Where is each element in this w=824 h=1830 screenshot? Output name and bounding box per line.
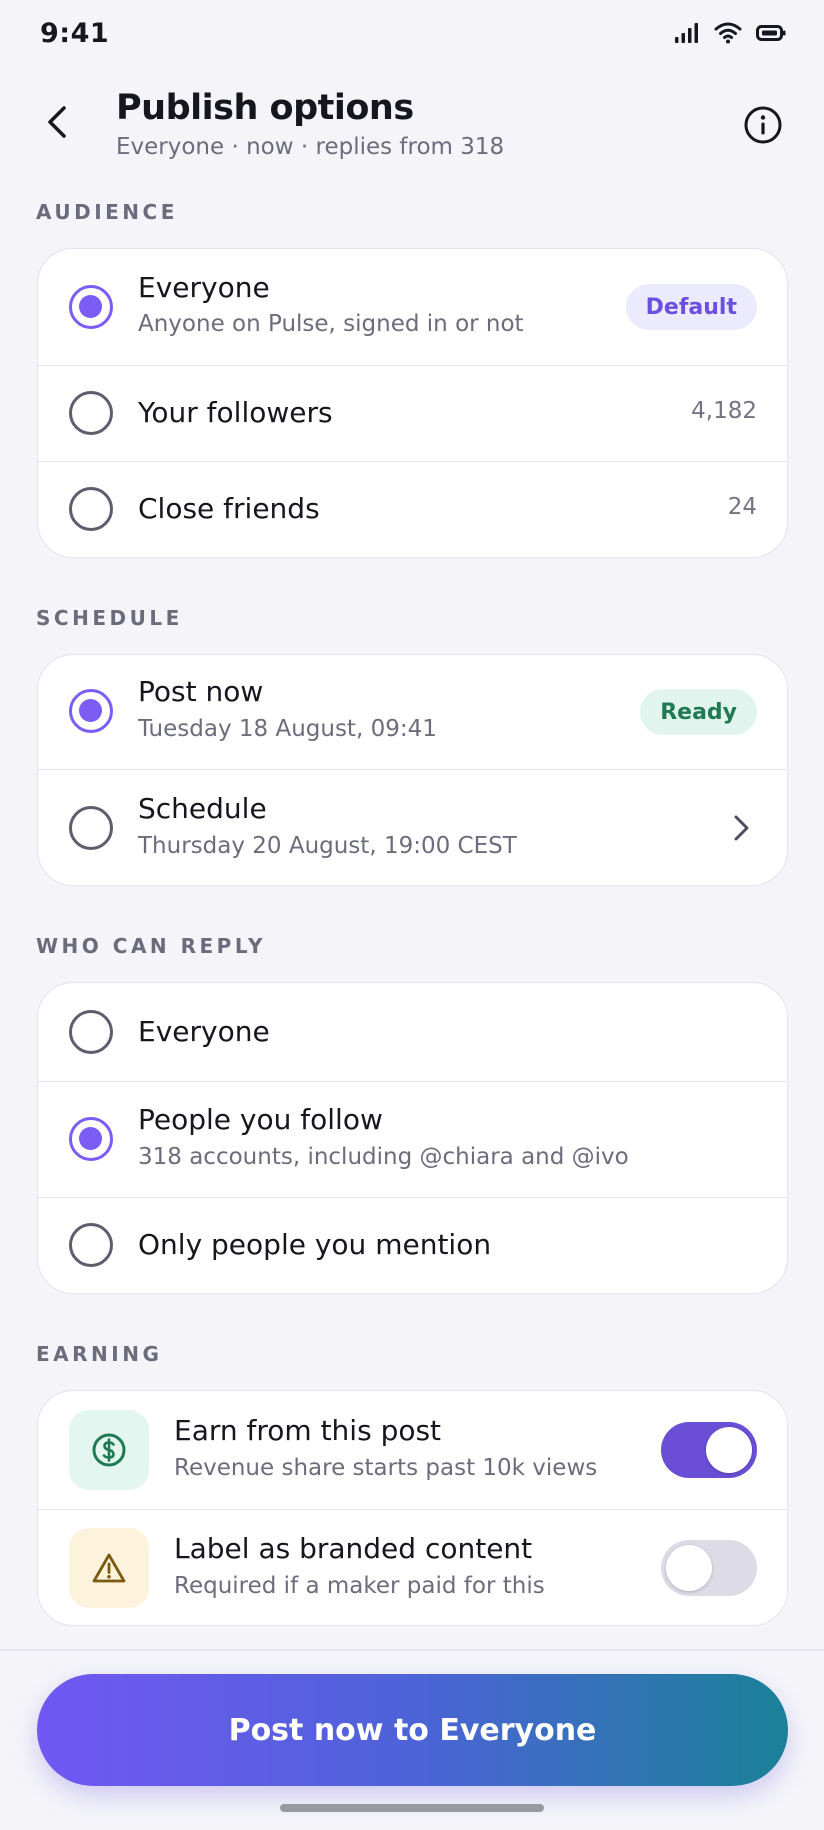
reply-option-everyone[interactable]: Everyone	[38, 983, 787, 1081]
battery-icon	[756, 25, 786, 41]
signal-icon	[675, 23, 698, 43]
option-subtitle: 318 accounts, including @chiara and @ivo	[138, 1144, 629, 1170]
earning-row-earn: Earn from this post Revenue share starts…	[38, 1391, 787, 1509]
page-subtitle: Everyone · now · replies from 318	[116, 134, 505, 160]
earning-title: Label as branded content	[174, 1532, 533, 1565]
earn-toggle[interactable]	[661, 1422, 757, 1478]
audience-section-label: AUDIENCE	[36, 200, 178, 224]
option-title: Only people you mention	[138, 1228, 492, 1261]
dollar-icon	[92, 1433, 126, 1467]
toggle-knob	[706, 1427, 752, 1473]
schedule-card: Post now Tuesday 18 August, 09:41 Ready …	[37, 654, 788, 886]
earning-section-label: EARNING	[36, 1342, 163, 1366]
toggle-knob	[666, 1545, 712, 1591]
schedule-option-schedule[interactable]: Schedule Thursday 20 August, 19:00 CEST	[38, 769, 787, 885]
reply-option-people-you-follow[interactable]: People you follow 318 accounts, includin…	[38, 1081, 787, 1197]
schedule-option-post-now[interactable]: Post now Tuesday 18 August, 09:41 Ready	[38, 655, 787, 769]
schedule-section-label: SCHEDULE	[36, 606, 183, 630]
radio-button[interactable]	[69, 1117, 113, 1161]
reply-option-mentioned[interactable]: Only people you mention	[38, 1197, 787, 1293]
ready-badge: Ready	[640, 689, 757, 735]
earning-subtitle: Revenue share starts past 10k views	[174, 1455, 598, 1481]
header: Publish options Everyone · now · replies…	[0, 84, 824, 174]
radio-button[interactable]	[69, 487, 113, 531]
option-title: Close friends	[138, 492, 320, 525]
earning-row-branded: Label as branded content Required if a m…	[38, 1509, 787, 1625]
chevron-right-icon[interactable]	[731, 811, 753, 845]
reply-card: Everyone People you follow 318 accounts,…	[37, 982, 788, 1294]
earning-title: Earn from this post	[174, 1414, 442, 1447]
post-button[interactable]: Post now to Everyone	[37, 1674, 788, 1786]
radio-button[interactable]	[69, 689, 113, 733]
page-title: Publish options	[116, 88, 414, 128]
earning-subtitle: Required if a maker paid for this	[174, 1573, 545, 1599]
radio-button[interactable]	[69, 1223, 113, 1267]
branded-toggle[interactable]	[661, 1540, 757, 1596]
option-subtitle: Anyone on Pulse, signed in or not	[138, 311, 524, 337]
back-icon[interactable]	[38, 102, 78, 142]
info-icon[interactable]	[742, 104, 784, 146]
audience-option-everyone[interactable]: Everyone Anyone on Pulse, signed in or n…	[38, 249, 787, 365]
default-badge: Default	[625, 284, 757, 330]
option-title: Everyone	[138, 271, 270, 304]
radio-button[interactable]	[69, 1010, 113, 1054]
reply-section-label: WHO CAN REPLY	[36, 934, 266, 958]
dollar-icon-tile	[69, 1410, 149, 1490]
audience-option-followers[interactable]: Your followers 4,182	[38, 365, 787, 461]
option-title: Post now	[138, 675, 264, 708]
bottom-divider	[0, 1649, 824, 1651]
option-subtitle: Thursday 20 August, 19:00 CEST	[138, 833, 517, 859]
option-subtitle: Tuesday 18 August, 09:41	[138, 716, 437, 742]
warning-icon-tile	[69, 1528, 149, 1608]
option-title: Your followers	[138, 396, 333, 429]
option-title: People you follow	[138, 1103, 383, 1136]
wifi-icon	[714, 22, 742, 44]
status-bar: 9:41	[0, 0, 824, 70]
audience-card: Everyone Anyone on Pulse, signed in or n…	[37, 248, 788, 558]
warning-icon	[92, 1553, 126, 1583]
earning-card: Earn from this post Revenue share starts…	[37, 1390, 788, 1626]
radio-button[interactable]	[69, 391, 113, 435]
option-title: Everyone	[138, 1015, 270, 1048]
status-time: 9:41	[40, 18, 110, 49]
radio-button[interactable]	[69, 285, 113, 329]
close-friends-count: 24	[727, 494, 757, 520]
home-indicator	[280, 1804, 544, 1812]
status-icons	[674, 22, 786, 44]
audience-option-close-friends[interactable]: Close friends 24	[38, 461, 787, 557]
radio-button[interactable]	[69, 806, 113, 850]
follower-count: 4,182	[691, 398, 757, 424]
option-title: Schedule	[138, 792, 267, 825]
